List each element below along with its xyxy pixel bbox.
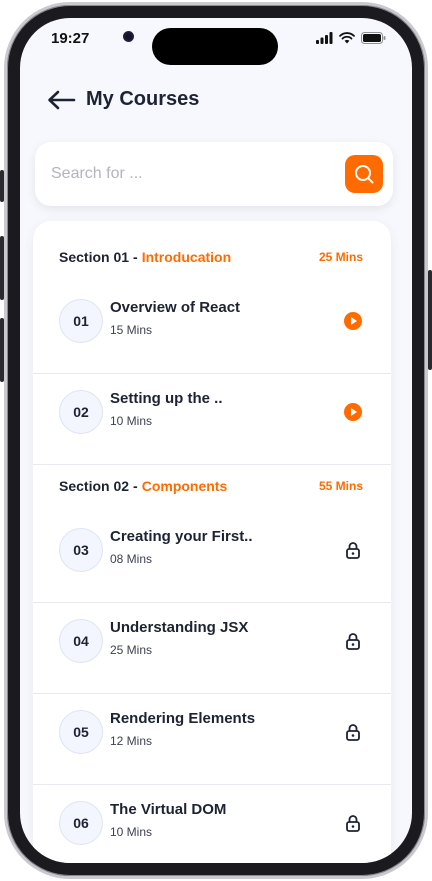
lesson-duration: 10 Mins xyxy=(110,825,153,839)
lesson-number: 05 xyxy=(59,710,103,754)
lesson-title: Setting up the .. xyxy=(110,390,223,407)
lesson-title: Understanding JSX xyxy=(110,619,249,636)
status-bar: 19:27 xyxy=(20,18,412,66)
search-bar xyxy=(35,142,393,206)
status-time: 19:27 xyxy=(51,30,90,47)
lesson-duration: 08 Mins xyxy=(110,552,153,566)
lesson-number: 04 xyxy=(59,619,103,663)
lesson-item[interactable]: 05 Rendering Elements 12 Mins xyxy=(33,694,391,785)
lesson-duration: 12 Mins xyxy=(110,734,153,748)
lesson-number: 02 xyxy=(59,390,103,434)
volume-down-button xyxy=(0,318,4,382)
section-duration: 55 Mins xyxy=(318,479,363,493)
lesson-duration: 10 Mins xyxy=(110,414,153,428)
section-label: Section 01 xyxy=(59,249,130,265)
lock-icon xyxy=(346,542,360,559)
lesson-item[interactable]: 01 Overview of React 15 Mins xyxy=(33,283,391,374)
dynamic-island xyxy=(152,28,278,65)
lesson-number: 03 xyxy=(59,528,103,572)
lock-icon xyxy=(346,633,360,650)
page-header: My Courses xyxy=(46,88,199,111)
search-icon xyxy=(355,165,374,184)
lock-icon xyxy=(346,815,360,832)
lesson-title: The Virtual DOM xyxy=(110,801,227,818)
lesson-duration: 15 Mins xyxy=(110,323,153,337)
lesson-duration: 25 Mins xyxy=(110,643,153,657)
cellular-signal-icon xyxy=(316,32,333,44)
lesson-item[interactable]: 03 Creating your First.. 08 Mins xyxy=(33,512,391,603)
page-title: My Courses xyxy=(86,88,200,110)
lesson-number: 06 xyxy=(59,801,103,845)
lesson-title: Overview of React xyxy=(110,299,241,316)
search-input[interactable] xyxy=(51,160,321,188)
search-button[interactable] xyxy=(345,155,383,193)
arrow-left-icon[interactable] xyxy=(46,89,76,111)
course-content-list: Section 01 - Introducation 25 Mins 01 Ov… xyxy=(33,221,391,863)
section-separator: - xyxy=(133,478,138,494)
lesson-item[interactable]: 02 Setting up the .. 10 Mins xyxy=(33,374,391,465)
wifi-icon xyxy=(339,32,355,44)
play-icon[interactable] xyxy=(343,402,363,422)
camera-icon xyxy=(123,31,134,42)
battery-icon xyxy=(361,32,386,44)
lesson-title: Rendering Elements xyxy=(110,710,256,727)
section-name: Components xyxy=(141,478,228,494)
lesson-title: Creating your First.. xyxy=(110,528,253,545)
app-screen: 19:27 My Courses Search for ... Section … xyxy=(20,18,412,863)
section-name: Introducation xyxy=(141,249,232,265)
section-header: Section 02 - Components 55 Mins xyxy=(59,476,363,496)
section-separator: - xyxy=(133,249,138,265)
lesson-number: 01 xyxy=(59,299,103,343)
section-duration: 25 Mins xyxy=(318,250,363,264)
lesson-item[interactable]: 04 Understanding JSX 25 Mins xyxy=(33,603,391,694)
lock-icon xyxy=(346,724,360,741)
section-header: Section 01 - Introducation 25 Mins xyxy=(59,247,363,267)
volume-up-button xyxy=(0,236,4,300)
section-label: Section 02 xyxy=(59,478,130,494)
status-icons xyxy=(316,32,386,44)
power-button xyxy=(428,270,432,370)
lesson-item[interactable]: 06 The Virtual DOM 10 Mins xyxy=(33,785,391,863)
play-icon[interactable] xyxy=(343,311,363,331)
silent-switch xyxy=(0,170,4,202)
